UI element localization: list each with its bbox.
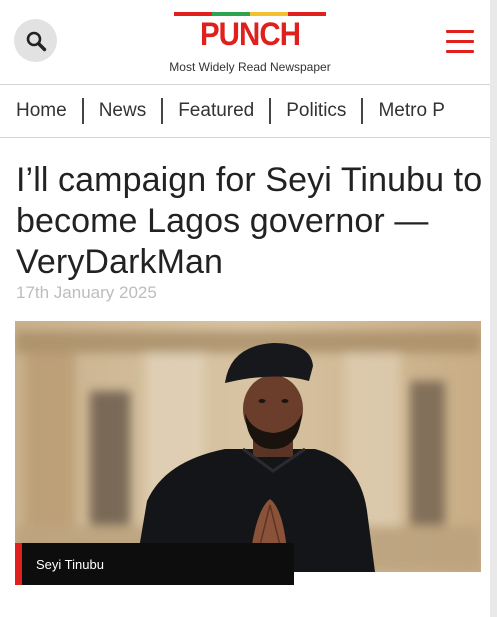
nav-item-featured[interactable]: Featured <box>163 100 269 122</box>
article-title: I’ll campaign for Seyi Tinubu to become … <box>16 161 483 281</box>
site-header: PUNCH Most Widely Read Newspaper <box>0 0 497 84</box>
nav-item-politics[interactable]: Politics <box>271 100 361 122</box>
article-image[interactable] <box>15 321 481 572</box>
site-tagline: Most Widely Read Newspaper <box>169 60 331 74</box>
nav-item-home[interactable]: Home <box>0 100 82 122</box>
article-date: 17th January 2025 <box>16 283 157 302</box>
logo-text: PUNCH <box>199 16 301 52</box>
nav-item-metro[interactable]: Metro P <box>363 100 460 122</box>
image-caption-text: Seyi Tinubu <box>36 556 104 572</box>
main-nav: Home News Featured Politics Metro P <box>0 84 490 138</box>
nav-item-news[interactable]: News <box>84 100 162 122</box>
image-caption: Seyi Tinubu <box>15 543 294 585</box>
scrollbar[interactable] <box>490 0 497 617</box>
search-button[interactable] <box>14 19 57 62</box>
site-logo[interactable]: PUNCH <box>150 12 350 51</box>
search-icon <box>26 31 46 51</box>
hamburger-menu-icon[interactable] <box>446 30 476 56</box>
